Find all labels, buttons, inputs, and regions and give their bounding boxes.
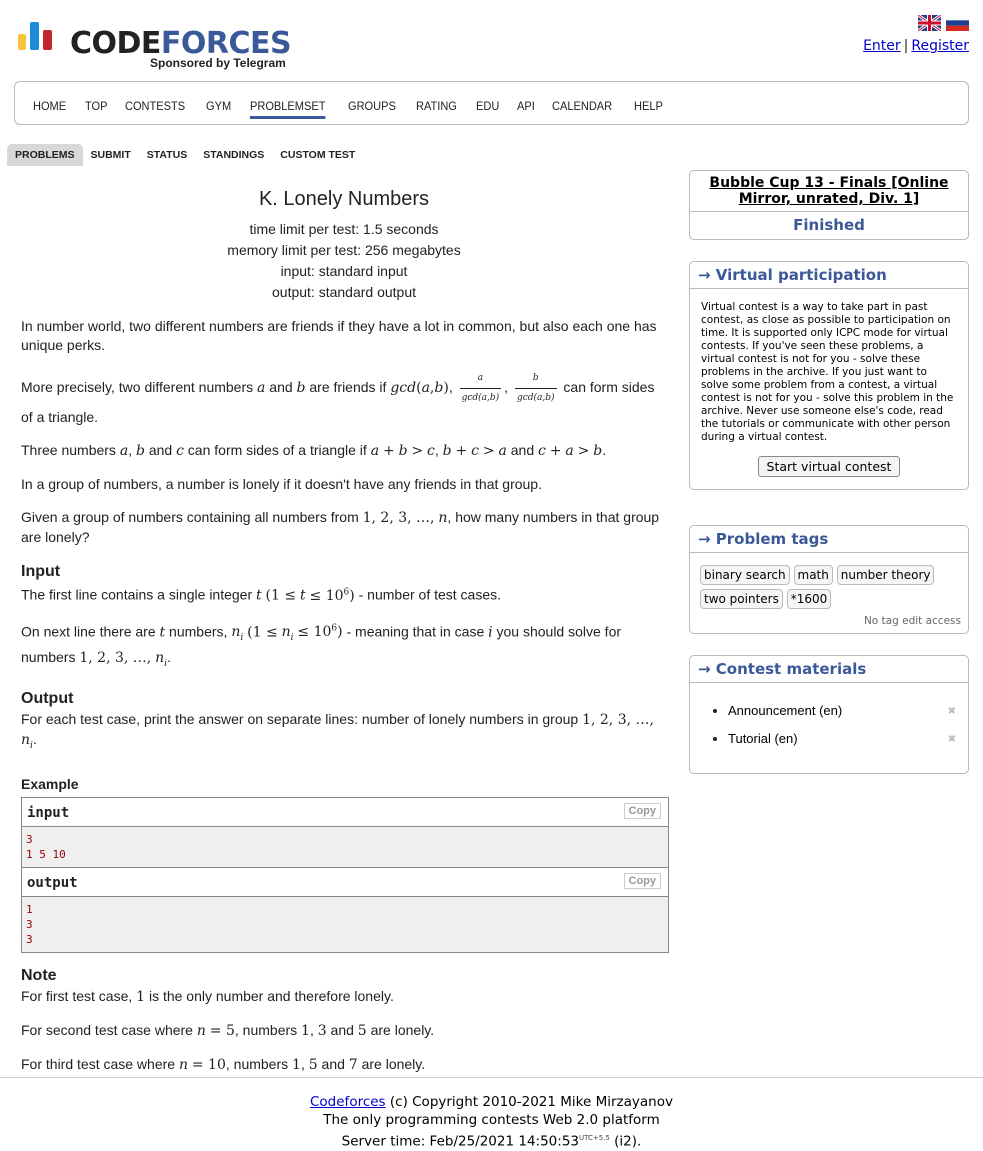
copyright-text: (c) Copyright 2010-2021 Mike Mirzayanov xyxy=(385,1094,673,1110)
logo-sponsor: Sponsored by Telegram xyxy=(150,56,286,70)
statement-paragraph: In number world, two different numbers a… xyxy=(21,318,657,353)
note-paragraph: For third test case where n = 10, number… xyxy=(21,1055,426,1073)
sample-output-label: output xyxy=(27,874,78,891)
problem-tags-box: → Problem tags binary search math number… xyxy=(689,525,969,634)
utc-offset: UTC+5.5 xyxy=(579,1134,610,1142)
footer-tagline: The only programming contests Web 2.0 pl… xyxy=(323,1112,660,1128)
contest-materials-box: → Contest materials Announcement (en) ✖ T… xyxy=(689,655,969,774)
memory-limit: memory limit per test: 256 megabytes xyxy=(227,242,461,258)
auth-separator: | xyxy=(903,38,909,54)
server-time: Server time: Feb/25/2021 14:50:53UTC+5.5… xyxy=(0,1129,983,1151)
material-item: Announcement (en) ✖ xyxy=(728,703,956,718)
sample-input-label: input xyxy=(27,804,70,821)
contest-materials-title: → Contest materials xyxy=(690,656,968,683)
menu-contests[interactable]: CONTESTS xyxy=(125,99,185,113)
input-paragraph: The first line contains a single integer… xyxy=(21,586,502,604)
input-file: input: standard input xyxy=(280,263,408,279)
server-time-text: Server time: Feb/25/2021 14:50:53 xyxy=(341,1133,579,1150)
problem-tags-title: → Problem tags xyxy=(690,526,968,553)
sample-input: 3 1 5 10 xyxy=(22,826,668,868)
register-link[interactable]: Register xyxy=(911,38,969,54)
menu-calendar[interactable]: CALENDAR xyxy=(552,99,612,113)
tag-number-theory[interactable]: number theory xyxy=(836,565,935,585)
menu-gym[interactable]: GYM xyxy=(206,99,231,113)
statement-paragraph: In a group of numbers, a number is lonel… xyxy=(21,476,542,492)
menu-rating[interactable]: RATING xyxy=(416,99,457,113)
close-icon: ✖ xyxy=(947,706,956,717)
start-virtual-contest-button[interactable]: Start virtual contest xyxy=(757,456,901,477)
ru-flag-icon[interactable] xyxy=(946,15,969,31)
menu-help[interactable]: HELP xyxy=(634,99,663,113)
note-paragraph: For second test case where n = 5, number… xyxy=(21,1021,435,1039)
tag-math[interactable]: math xyxy=(793,565,833,585)
uk-flag-icon[interactable] xyxy=(918,15,941,31)
menu-top[interactable]: TOP xyxy=(85,99,107,113)
no-tag-edit-access: No tag edit access xyxy=(863,615,961,627)
contest-link[interactable]: Bubble Cup 13 - Finals [Online Mirror, u… xyxy=(709,175,948,207)
output-paragraph: For each test case, print the answer on … xyxy=(21,710,654,751)
virtual-participation-text: Virtual contest is a way to take part in… xyxy=(701,301,954,443)
example-title: Example xyxy=(21,775,79,792)
problem-statement: K. Lonely Numbers time limit per test: 1… xyxy=(21,188,669,1075)
tag-list: binary search math number theory two poi… xyxy=(690,553,968,615)
instance-text: (i2). xyxy=(609,1133,642,1150)
sample-test: input Copy 3 1 5 10 output Copy 1 3 3 xyxy=(21,796,669,953)
announcement-link[interactable]: Announcement (en) xyxy=(728,703,842,718)
contest-name: Bubble Cup 13 - Finals [Online Mirror, u… xyxy=(690,171,968,212)
codeforces-logo[interactable]: CODEFORCES Sponsored by Telegram xyxy=(18,22,293,72)
sample-output-header: output Copy xyxy=(22,868,668,897)
virtual-participation-box: → Virtual participation Virtual contest … xyxy=(689,261,969,490)
menu-edu[interactable]: EDU xyxy=(476,99,499,113)
output-file: output: standard output xyxy=(272,284,416,300)
virtual-participation-title: → Virtual participation xyxy=(690,262,968,289)
second-level-menu: PROBLEMS SUBMIT STATUS STANDINGS CUSTOM TEST xyxy=(7,144,363,166)
tag-binary-search[interactable]: binary search xyxy=(700,565,790,585)
enter-link[interactable]: Enter xyxy=(863,38,901,54)
sample-output: 1 3 3 xyxy=(22,896,668,952)
main-menu: HOME TOP CONTESTS GYM PROBLEMSET GROUPS … xyxy=(14,81,969,125)
sample-input-header: input Copy xyxy=(22,798,668,827)
tag-two-pointers[interactable]: two pointers xyxy=(700,589,783,609)
note-paragraph: For first test case, 1 is the only numbe… xyxy=(21,987,394,1005)
tag-difficulty[interactable]: *1600 xyxy=(786,589,832,609)
menu-api[interactable]: API xyxy=(517,99,535,113)
note-title: Note xyxy=(21,966,57,984)
input-paragraph: On next line there are t numbers, ni (1 … xyxy=(21,623,622,669)
statement-paragraph: Given a group of numbers containing all … xyxy=(21,509,660,545)
menu-home[interactable]: HOME xyxy=(33,99,66,113)
menu-groups[interactable]: GROUPS xyxy=(348,99,396,113)
output-section-title: Output xyxy=(21,689,74,707)
menu-problemset[interactable]: PROBLEMSET xyxy=(249,99,326,119)
tutorial-link[interactable]: Tutorial (en) xyxy=(728,731,798,746)
footer-copyright: Codeforces (c) Copyright 2010-2021 Mike … xyxy=(0,1093,983,1111)
material-item: Tutorial (en) ✖ xyxy=(728,731,956,746)
auth-links: Enter | Register xyxy=(863,38,969,54)
language-flags xyxy=(913,15,969,31)
tab-custom-test[interactable]: CUSTOM TEST xyxy=(272,144,363,166)
statement-paragraph: More precisely, two different numbers a … xyxy=(21,369,667,427)
page-footer: Codeforces (c) Copyright 2010-2021 Mike … xyxy=(0,1077,983,1151)
copy-output-button[interactable]: Copy xyxy=(623,872,661,889)
tab-standings[interactable]: STANDINGS xyxy=(195,144,272,166)
codeforces-footer-link[interactable]: Codeforces xyxy=(310,1094,386,1110)
input-section-title: Input xyxy=(21,563,61,580)
tab-submit[interactable]: SUBMIT xyxy=(83,144,139,166)
copy-input-button[interactable]: Copy xyxy=(623,802,661,819)
statement-paragraph: Three numbers a, b and c can form sides … xyxy=(21,442,607,459)
time-limit: time limit per test: 1.5 seconds xyxy=(249,221,439,237)
tab-problems[interactable]: PROBLEMS xyxy=(7,144,83,166)
contest-status: Finished xyxy=(793,216,865,234)
tab-status[interactable]: STATUS xyxy=(139,144,195,166)
close-icon: ✖ xyxy=(947,734,956,745)
contest-info-box: Bubble Cup 13 - Finals [Online Mirror, u… xyxy=(689,170,969,240)
problem-title: K. Lonely Numbers xyxy=(258,188,430,210)
